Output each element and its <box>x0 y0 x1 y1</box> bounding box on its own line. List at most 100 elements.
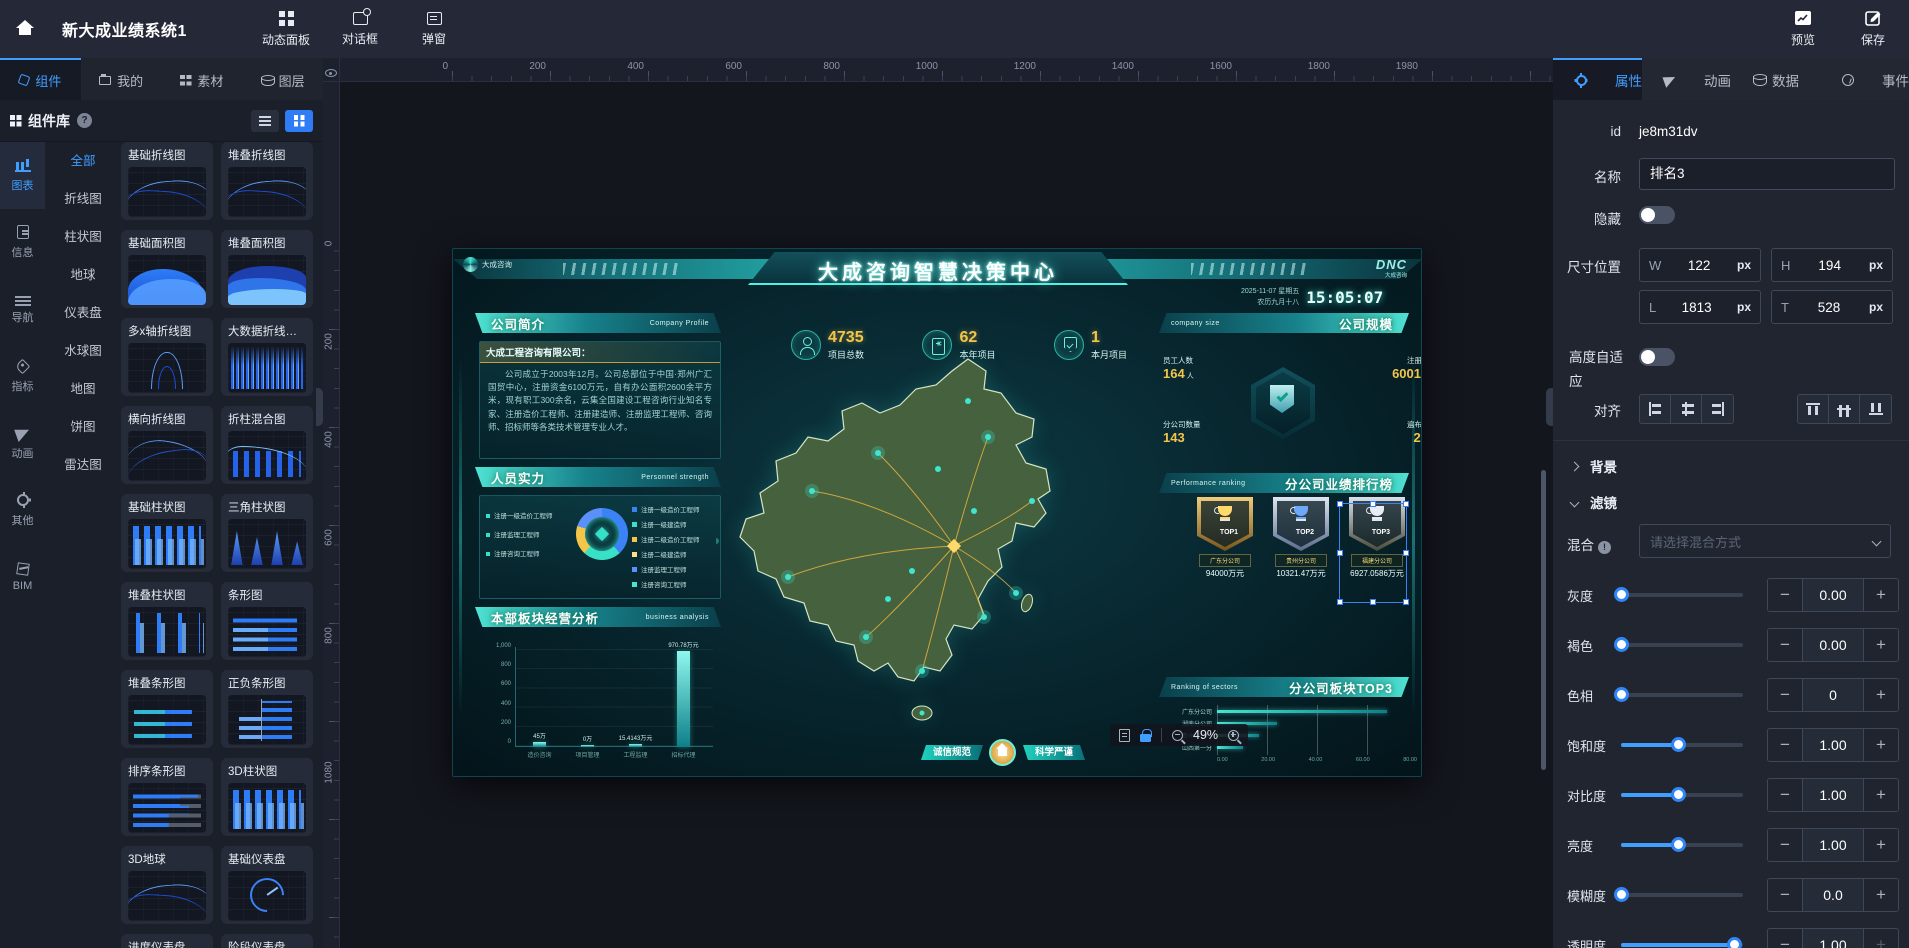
tab-mine[interactable]: 我的 <box>81 58 162 100</box>
slider-knob[interactable] <box>1671 737 1686 752</box>
page-icon[interactable] <box>1119 729 1130 742</box>
increment-button[interactable]: + <box>1864 629 1898 661</box>
decrement-button[interactable]: − <box>1768 579 1802 611</box>
tab-animation[interactable]: 动画 <box>1642 58 1731 100</box>
slider-track[interactable] <box>1621 893 1743 897</box>
canvas-scrollbar[interactable] <box>1541 470 1546 770</box>
rail-item-bim[interactable]: BIM <box>0 544 45 611</box>
collapse-right-panel-handle[interactable] <box>1546 388 1553 426</box>
component-card[interactable]: 基础柱状图 <box>121 494 213 572</box>
category-item[interactable]: 地球 <box>45 256 121 294</box>
category-item[interactable]: 仪表盘 <box>45 294 121 332</box>
slider-track[interactable] <box>1621 593 1743 597</box>
name-input[interactable]: 排名3 <box>1639 158 1895 190</box>
rail-item-other[interactable]: 其他 <box>0 477 45 544</box>
component-card[interactable]: 基础面积图 <box>121 230 213 308</box>
canvas[interactable]: 0200400600800100012001400160018001980 02… <box>323 58 1553 948</box>
list-view-button[interactable] <box>251 110 279 132</box>
component-card[interactable]: 堆叠条形图 <box>121 670 213 748</box>
increment-button[interactable]: + <box>1864 829 1898 861</box>
popup-button[interactable]: 弹窗 <box>406 0 462 58</box>
component-card[interactable]: 横向折线图 <box>121 406 213 484</box>
decrement-button[interactable]: − <box>1768 729 1802 761</box>
align-center-button[interactable] <box>1671 395 1702 423</box>
decrement-button[interactable]: − <box>1768 879 1802 911</box>
category-item[interactable]: 雷达图 <box>45 446 121 484</box>
blend-select[interactable]: 请选择混合方式 <box>1639 524 1891 558</box>
grid-view-button[interactable] <box>285 110 313 132</box>
component-card[interactable]: 正负条形图 <box>221 670 313 748</box>
decrement-button[interactable]: − <box>1768 829 1802 861</box>
save-button[interactable]: 保存 <box>1845 0 1901 58</box>
ranking-badge[interactable]: TOP1 广东分公司 94000万元 <box>1193 497 1257 579</box>
zoom-in-button[interactable] <box>1228 730 1239 741</box>
rail-item-animation[interactable]: 动画 <box>0 410 45 477</box>
slider-knob[interactable] <box>1671 837 1686 852</box>
align-top-button[interactable] <box>1798 395 1829 423</box>
component-card[interactable]: 基础仪表盘 <box>221 846 313 924</box>
tab-layers[interactable]: 图层 <box>242 58 323 100</box>
height-auto-toggle[interactable] <box>1639 348 1675 366</box>
slider-track[interactable] <box>1621 693 1743 697</box>
component-card[interactable]: 三角柱状图 <box>221 494 313 572</box>
dashboard-artboard[interactable]: 大成咨询智慧决策中心 大成咨询 DNC大成咨询 2025-11-07 星期五农历… <box>452 248 1422 777</box>
increment-button[interactable]: + <box>1864 679 1898 711</box>
selection-handle[interactable] <box>1370 501 1376 507</box>
category-item[interactable]: 折线图 <box>45 180 121 218</box>
collapse-left-panel-handle[interactable] <box>316 388 323 426</box>
align-right-button[interactable] <box>1702 395 1733 423</box>
selection-handle[interactable] <box>1403 501 1409 507</box>
component-card[interactable]: 堆叠折线图 <box>221 142 313 220</box>
ruler-corner[interactable] <box>323 58 340 82</box>
help-icon[interactable]: ? <box>77 113 92 128</box>
category-item[interactable]: 全部 <box>45 142 121 180</box>
zoom-out-button[interactable] <box>1172 730 1183 741</box>
decrement-button[interactable]: − <box>1768 779 1802 811</box>
rail-item-info[interactable]: 信息 <box>0 209 45 276</box>
slider-track[interactable] <box>1621 643 1743 647</box>
slider-track[interactable] <box>1621 793 1743 797</box>
component-card[interactable]: 折柱混合图 <box>221 406 313 484</box>
component-card[interactable]: 条形图 <box>221 582 313 660</box>
home-button[interactable] <box>0 0 50 58</box>
slider-track[interactable] <box>1621 943 1743 947</box>
selection-handle[interactable] <box>1403 599 1409 605</box>
rail-item-charts[interactable]: 图表 <box>0 142 45 209</box>
selection-handle[interactable] <box>1370 599 1376 605</box>
slider-knob[interactable] <box>1727 937 1742 948</box>
stepper-value[interactable]: 1.00 <box>1802 779 1864 811</box>
lock-icon[interactable] <box>1140 734 1151 742</box>
selection-handle[interactable] <box>1337 501 1343 507</box>
slider-knob[interactable] <box>1614 687 1629 702</box>
category-item[interactable]: 饼图 <box>45 408 121 446</box>
slider-knob[interactable] <box>1614 587 1629 602</box>
component-card[interactable]: 多x轴折线图 <box>121 318 213 396</box>
left-field[interactable]: L1813px <box>1639 290 1761 324</box>
increment-button[interactable]: + <box>1864 779 1898 811</box>
stepper-value[interactable]: 0.00 <box>1802 579 1864 611</box>
slider-track[interactable] <box>1621 743 1743 747</box>
increment-button[interactable]: + <box>1864 729 1898 761</box>
stepper-value[interactable]: 0.00 <box>1802 629 1864 661</box>
stepper-value[interactable]: 1.00 <box>1802 729 1864 761</box>
increment-button[interactable]: + <box>1864 579 1898 611</box>
align-left-button[interactable] <box>1640 395 1671 423</box>
component-card[interactable]: 3D柱状图 <box>221 758 313 836</box>
tab-events[interactable]: 事件 <box>1820 58 1909 100</box>
stepper-value[interactable]: 1.00 <box>1802 929 1864 948</box>
align-middle-button[interactable] <box>1829 395 1860 423</box>
component-card[interactable]: 堆叠柱状图 <box>121 582 213 660</box>
stepper-value[interactable]: 0 <box>1802 679 1864 711</box>
height-field[interactable]: H194px <box>1771 248 1893 282</box>
tab-components[interactable]: 组件 <box>0 58 81 100</box>
category-item[interactable]: 柱状图 <box>45 218 121 256</box>
hidden-toggle[interactable] <box>1639 206 1675 224</box>
top-field[interactable]: T528px <box>1771 290 1893 324</box>
zoom-level[interactable]: 49% <box>1193 728 1218 742</box>
slider-knob[interactable] <box>1671 787 1686 802</box>
dialog-button[interactable]: 对话框 <box>332 0 388 58</box>
increment-button[interactable]: + <box>1864 879 1898 911</box>
background-section[interactable]: 背景 <box>1571 456 1617 476</box>
width-field[interactable]: W122px <box>1639 248 1761 282</box>
component-card[interactable]: 排序条形图 <box>121 758 213 836</box>
